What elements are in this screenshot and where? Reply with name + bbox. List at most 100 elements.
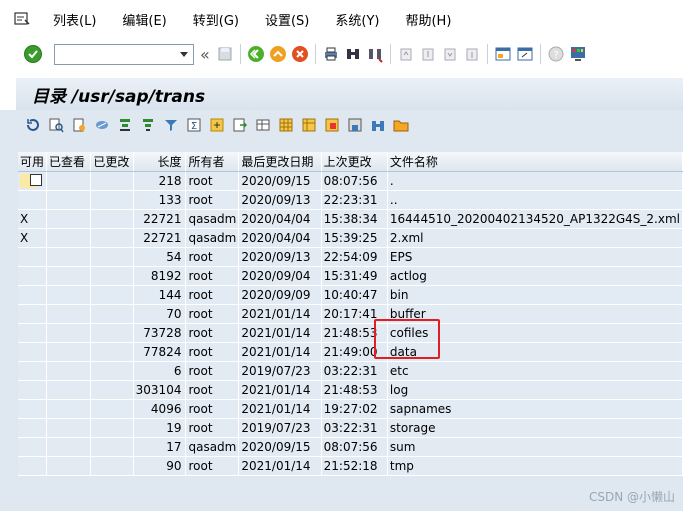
cell-last-changed-date[interactable]: 2020/09/09 (238, 285, 322, 305)
menu-edit[interactable]: 编辑(E) (109, 10, 179, 29)
cell-last-changed-date[interactable]: 2020/04/04 (238, 228, 322, 248)
cell-file-name[interactable]: bin (387, 285, 683, 305)
cell-last-changed-date[interactable]: 2020/09/15 (238, 171, 322, 191)
cell-length[interactable]: 22721 (133, 209, 187, 229)
customize-layout-icon[interactable] (567, 43, 589, 65)
cell-last-changed-date[interactable]: 2021/01/14 (238, 380, 322, 400)
spreadsheet-icon[interactable] (277, 116, 295, 134)
cell-file-name[interactable]: . (387, 171, 683, 191)
cell-viewed[interactable] (46, 304, 92, 324)
cell-owner[interactable]: qasadm (185, 228, 240, 248)
find-icon[interactable] (342, 43, 364, 65)
cell-last-changed-date[interactable]: 2020/04/04 (238, 209, 322, 229)
cell-last-changed-time[interactable]: 19:27:02 (321, 399, 388, 419)
cell-last-changed-time[interactable]: 15:31:49 (321, 266, 388, 286)
cell-viewed[interactable] (46, 456, 92, 476)
cell-owner[interactable]: root (185, 399, 240, 419)
shortcut-icon[interactable] (514, 43, 536, 65)
cell-available[interactable]: X (18, 228, 48, 248)
table-row[interactable]: 8192 root 2020/09/04 15:31:49 actlog (18, 266, 683, 286)
cell-viewed[interactable] (46, 285, 92, 305)
cell-viewed[interactable] (46, 228, 92, 248)
cell-last-changed-time[interactable]: 15:39:25 (321, 228, 388, 248)
cell-changed[interactable] (90, 266, 134, 286)
cell-owner[interactable]: root (185, 342, 240, 362)
cell-available[interactable] (18, 304, 48, 324)
print-icon[interactable] (320, 43, 342, 65)
subtotal-icon[interactable] (208, 116, 226, 134)
col-header-viewed[interactable]: 已查看 (46, 152, 92, 172)
cell-available[interactable] (18, 456, 48, 476)
cell-changed[interactable] (90, 418, 134, 438)
cell-file-name[interactable]: cofiles (387, 323, 683, 343)
cell-last-changed-date[interactable]: 2021/01/14 (238, 456, 322, 476)
cell-length[interactable]: 22721 (133, 228, 187, 248)
total-icon[interactable]: Σ (185, 116, 203, 134)
cell-length[interactable]: 70 (133, 304, 187, 324)
cell-available[interactable] (18, 285, 48, 305)
save-icon[interactable] (214, 43, 236, 65)
cell-file-name[interactable]: storage (387, 418, 683, 438)
table-row[interactable]: 77824 root 2021/01/14 21:49:00 data (18, 342, 683, 362)
menu-settings[interactable]: 设置(S) (252, 10, 322, 29)
cell-length[interactable]: 73728 (133, 323, 187, 343)
cell-available[interactable] (18, 380, 48, 400)
cell-length[interactable]: 19 (133, 418, 187, 438)
cell-last-changed-time[interactable]: 20:17:41 (321, 304, 388, 324)
cell-owner[interactable]: qasadm (185, 209, 240, 229)
cell-available[interactable] (18, 323, 48, 343)
table-row[interactable]: 303104 root 2021/01/14 21:48:53 log (18, 380, 683, 400)
edit-icon[interactable] (93, 116, 111, 134)
cell-viewed[interactable] (46, 342, 92, 362)
cell-last-changed-time[interactable]: 03:22:31 (321, 418, 388, 438)
cell-owner[interactable]: root (185, 247, 240, 267)
layout-save-icon[interactable] (346, 116, 364, 134)
cell-file-name[interactable]: EPS (387, 247, 683, 267)
cell-available[interactable]: X (18, 209, 48, 229)
cell-changed[interactable] (90, 323, 134, 343)
system-menu-icon[interactable] (14, 11, 30, 27)
cell-available[interactable] (18, 190, 48, 210)
sort-descending-icon[interactable] (139, 116, 157, 134)
table-row[interactable]: 54 root 2020/09/13 22:54:09 EPS (18, 247, 683, 267)
row-select-icon[interactable] (30, 173, 42, 186)
cell-changed[interactable] (90, 228, 134, 248)
table-row[interactable]: 73728 root 2021/01/14 21:48:53 cofiles (18, 323, 683, 343)
cell-length[interactable]: 90 (133, 456, 187, 476)
cell-file-name[interactable]: 16444510_20200402134520_AP1322G4S_2.xml (387, 209, 683, 229)
cell-changed[interactable] (90, 456, 134, 476)
menu-goto[interactable]: 转到(G) (180, 10, 252, 29)
cell-last-changed-time[interactable]: 10:40:47 (321, 285, 388, 305)
cell-length[interactable]: 218 (133, 171, 187, 191)
cell-last-changed-date[interactable]: 2020/09/15 (238, 437, 322, 457)
cell-last-changed-time[interactable]: 08:07:56 (321, 437, 388, 457)
col-header-length[interactable]: 长度 (133, 152, 187, 172)
cell-file-name[interactable]: sapnames (387, 399, 683, 419)
cell-changed[interactable] (90, 285, 134, 305)
menu-system[interactable]: 系统(Y) (322, 10, 392, 29)
col-header-file-name[interactable]: 文件名称 (387, 152, 683, 172)
collapse-command-icon[interactable]: « (200, 45, 210, 64)
enter-check-icon[interactable] (24, 45, 42, 63)
cell-file-name[interactable]: tmp (387, 456, 683, 476)
cancel-icon[interactable] (289, 43, 311, 65)
cell-available[interactable] (18, 171, 48, 191)
cell-last-changed-time[interactable]: 08:07:56 (321, 171, 388, 191)
cell-owner[interactable]: root (185, 361, 240, 381)
cell-last-changed-date[interactable]: 2020/09/13 (238, 247, 322, 267)
layout-select-icon[interactable] (300, 116, 318, 134)
export-icon[interactable] (231, 116, 249, 134)
cell-owner[interactable]: root (185, 190, 240, 210)
sort-ascending-icon[interactable] (116, 116, 134, 134)
table-row[interactable]: 90 root 2021/01/14 21:52:18 tmp (18, 456, 683, 476)
cell-length[interactable]: 303104 (133, 380, 187, 400)
table-row[interactable]: 218 root 2020/09/15 08:07:56. (18, 171, 683, 191)
cell-available[interactable] (18, 247, 48, 267)
cell-length[interactable]: 77824 (133, 342, 187, 362)
cell-viewed[interactable] (46, 247, 92, 267)
folder-icon[interactable] (392, 116, 410, 134)
cell-viewed[interactable] (46, 418, 92, 438)
cell-viewed[interactable] (46, 209, 92, 229)
cell-available[interactable] (18, 266, 48, 286)
cell-changed[interactable] (90, 437, 134, 457)
